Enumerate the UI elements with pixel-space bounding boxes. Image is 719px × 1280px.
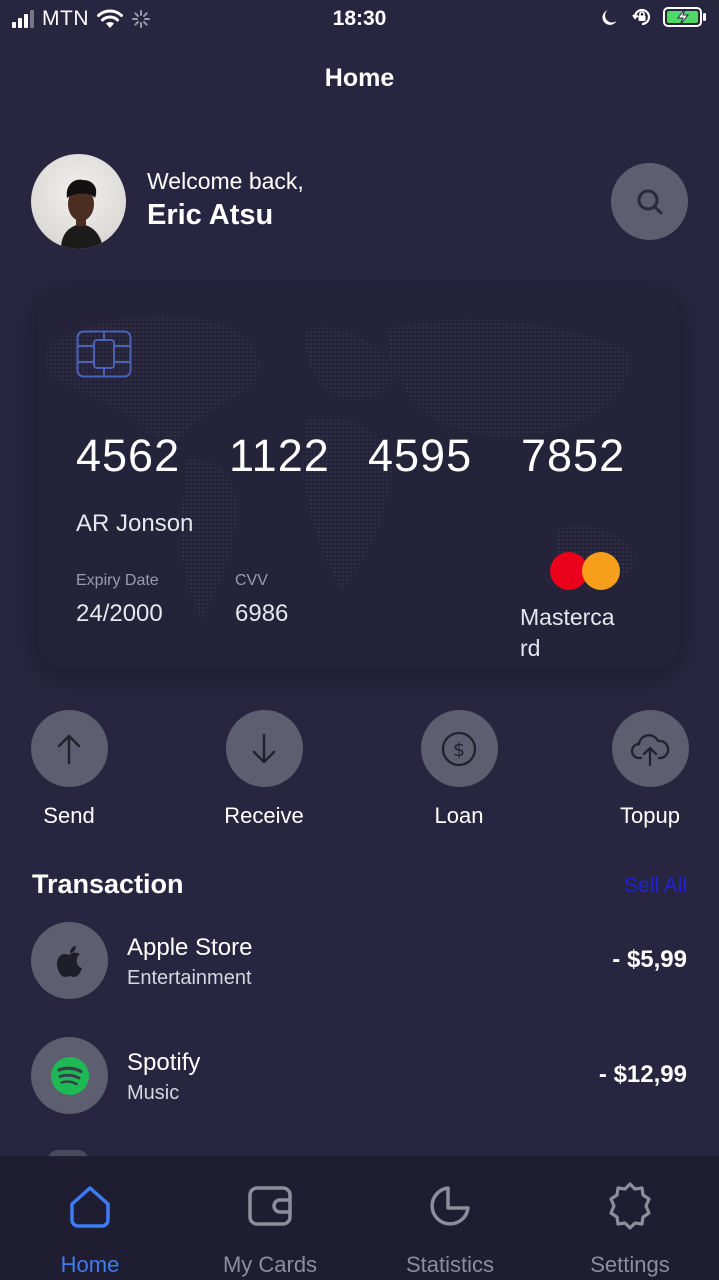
- transaction-item-apple-store[interactable]: Apple Store Entertainment - $5,99: [0, 922, 719, 1002]
- status-right: [601, 6, 707, 28]
- nav-item-settings[interactable]: Settings: [540, 1156, 719, 1280]
- nav-item-home[interactable]: Home: [0, 1156, 180, 1280]
- expiry-label: Expiry Date: [76, 572, 159, 589]
- nav-item-my-cards[interactable]: My Cards: [180, 1156, 360, 1280]
- cvv-label: CVV: [235, 572, 268, 589]
- send-button[interactable]: Send: [9, 710, 129, 829]
- apple-store-icon-wrap: [31, 922, 108, 999]
- pie-chart-icon: [430, 1186, 470, 1226]
- loan-button[interactable]: $ Loan: [399, 710, 519, 829]
- card-number-group: 4595: [368, 430, 473, 481]
- transaction-header: Transaction: [32, 869, 184, 899]
- loan-circle[interactable]: $: [420, 710, 498, 787]
- transaction-amount: - $12,99: [598, 1061, 687, 1088]
- avatar[interactable]: [31, 154, 126, 249]
- battery-icon: [663, 7, 706, 27]
- nav-label: Statistics: [405, 1252, 495, 1277]
- chip-icon: [76, 330, 132, 378]
- receive-label: Receive: [224, 803, 304, 828]
- expiry-value: 24/2000: [76, 600, 163, 627]
- topup-circle[interactable]: [611, 710, 689, 787]
- status-bar: MTN 18:30: [0, 0, 719, 40]
- user-photo: [61, 179, 103, 249]
- arrow-up-icon: [57, 734, 81, 764]
- user-name: Eric Atsu: [147, 199, 274, 231]
- card-number: 4562 1122 4595 7852: [76, 430, 625, 482]
- transaction-name: Apple Store: [127, 934, 253, 961]
- transaction-category: Entertainment: [127, 967, 252, 989]
- send-label: Send: [43, 803, 95, 828]
- welcome-text: Welcome back,: [147, 168, 304, 194]
- cloud-upload-icon: [630, 733, 670, 766]
- svg-text:$: $: [453, 739, 465, 761]
- transaction-category: Music: [127, 1082, 180, 1104]
- see-all-link[interactable]: Sell All: [624, 874, 687, 898]
- spotify-icon: [50, 1056, 89, 1095]
- page-title: Home: [324, 64, 395, 92]
- card-holder-name: AR Jonson: [76, 510, 194, 537]
- nav-label: Home: [60, 1252, 120, 1277]
- nav-label: My Cards: [222, 1252, 318, 1277]
- transaction-name: Spotify: [127, 1049, 201, 1076]
- topup-label: Topup: [620, 803, 680, 828]
- settings-icon: [609, 1182, 651, 1230]
- dollar-icon: $: [441, 731, 477, 766]
- search-button[interactable]: [611, 163, 688, 240]
- send-circle[interactable]: [30, 710, 108, 787]
- loan-label: Loan: [434, 803, 484, 828]
- search-icon: [637, 189, 662, 214]
- home-screen: MTN 18:30 Home Welcome back, Eric Atsu 4…: [0, 0, 719, 1280]
- card-number-group: 4562: [76, 430, 181, 481]
- cvv-value: 6986: [235, 600, 289, 627]
- receive-button[interactable]: Receive: [204, 710, 324, 829]
- receive-circle[interactable]: [225, 710, 303, 787]
- card-number-group: 7852: [521, 430, 626, 481]
- transaction-amount: - $5,99: [612, 946, 687, 973]
- nav-label: Settings: [590, 1252, 670, 1277]
- home-icon: [70, 1186, 110, 1228]
- mastercard-logo-icon: [550, 552, 622, 592]
- spotify-icon-wrap: [31, 1037, 108, 1114]
- credit-card[interactable]: 4562 1122 4595 7852 AR Jonson Expiry Dat…: [37, 290, 680, 668]
- nav-item-statistics[interactable]: Statistics: [360, 1156, 540, 1280]
- moon-icon: [602, 10, 617, 25]
- rotation-lock-icon: [632, 8, 651, 26]
- bottom-nav: Home My Cards Statistics Settings: [0, 1156, 719, 1280]
- wallet-icon: [248, 1186, 292, 1226]
- card-brand: Mastercard: [520, 604, 615, 661]
- topup-button[interactable]: Topup: [590, 710, 710, 829]
- card-number-group: 1122: [229, 430, 330, 481]
- transaction-item-spotify[interactable]: Spotify Music - $12,99: [0, 1037, 719, 1117]
- apple-icon: [56, 945, 82, 977]
- arrow-down-icon: [252, 733, 276, 763]
